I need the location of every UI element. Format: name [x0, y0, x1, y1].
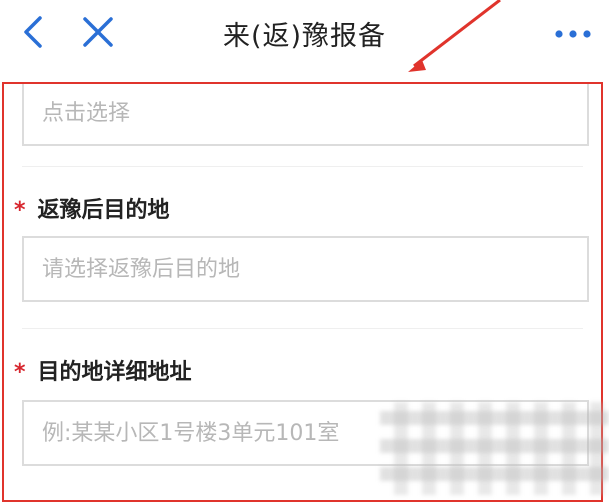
more-button[interactable]: [551, 10, 595, 54]
nav-header: 来(返)豫报备: [0, 0, 609, 64]
address-input[interactable]: [22, 400, 589, 466]
top-select-field[interactable]: [22, 84, 589, 146]
address-label: * 目的地详细地址: [14, 360, 192, 385]
destination-select-field[interactable]: [22, 236, 589, 302]
required-mark: *: [14, 360, 26, 385]
required-mark: *: [14, 198, 26, 223]
divider: [22, 166, 583, 167]
highlighted-form-region: *返豫后目的地 *目的地详细地址: [2, 82, 603, 502]
destination-label: * 返豫后目的地: [14, 198, 170, 223]
page-title: 来(返)豫报备: [222, 21, 387, 52]
more-horizontal-icon: [555, 30, 591, 38]
divider: [22, 328, 583, 329]
